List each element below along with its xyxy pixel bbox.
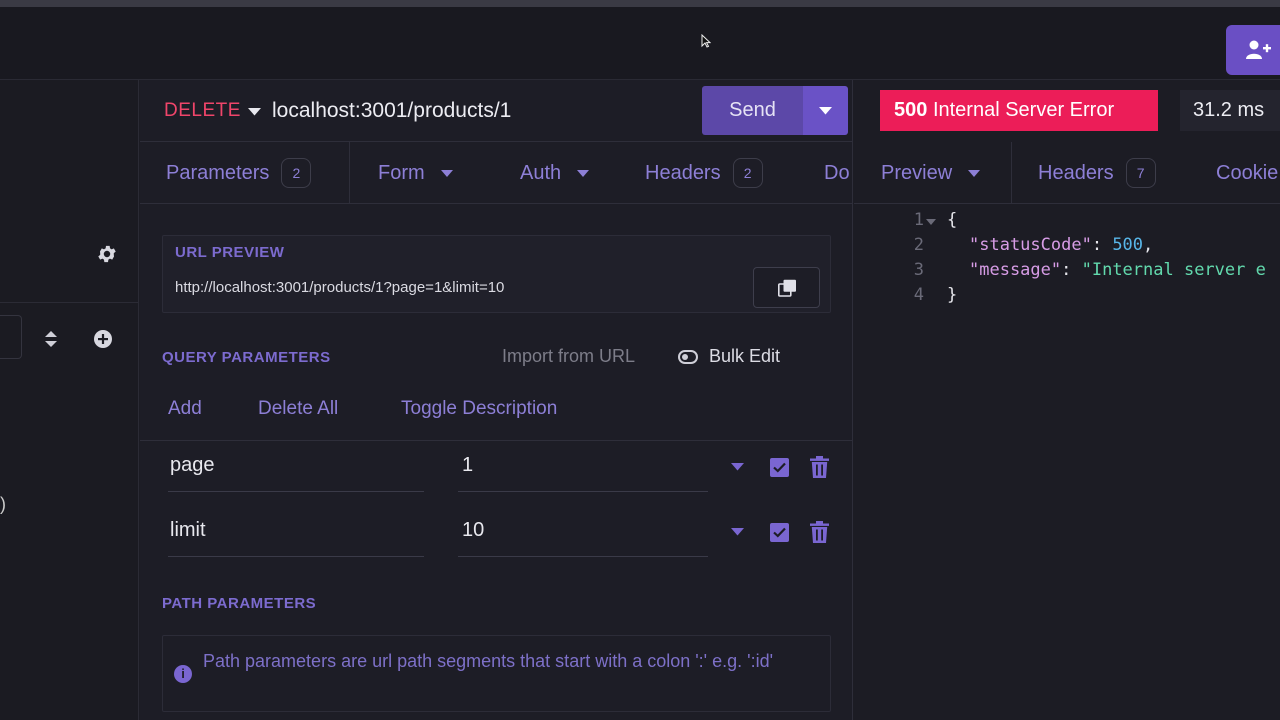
tab-auth[interactable]: Auth [520, 142, 590, 203]
delete-all-button[interactable]: Delete All [258, 398, 338, 420]
tab-form[interactable]: Form [378, 142, 453, 203]
code-text: "statusCode": 500, [969, 235, 1154, 255]
chevron-down-icon[interactable] [731, 528, 744, 536]
response-tabs: Preview Headers 7 Cookie [854, 142, 1280, 204]
status-badge: 500 Internal Server Error [880, 90, 1158, 131]
param-value-input[interactable]: 10 [458, 505, 708, 557]
truncated-paren: ) [0, 494, 6, 514]
param-enabled-checkbox[interactable] [770, 458, 789, 477]
bulk-edit-label[interactable]: Bulk Edit [709, 346, 780, 367]
line-number: 1 [913, 210, 924, 230]
gear-icon[interactable] [96, 243, 118, 265]
code-text: } [947, 285, 958, 305]
param-row: page 1 [140, 440, 853, 496]
code-text: "message": "Internal server e [969, 260, 1266, 280]
sidebar: ) [0, 80, 139, 720]
chevron-down-icon [577, 169, 590, 177]
count-badge: 2 [732, 158, 763, 188]
send-options-button[interactable] [803, 86, 848, 135]
json-string: "Internal server e [1081, 260, 1266, 280]
tab-response-headers[interactable]: Headers 7 [1038, 142, 1156, 203]
param-name-input[interactable]: page [168, 440, 424, 492]
line-number: 3 [913, 260, 924, 280]
bulk-edit-toggle[interactable] [678, 350, 698, 364]
param-value-input[interactable]: 1 [458, 440, 708, 492]
path-parameters-heading: PATH PARAMETERS [162, 595, 317, 612]
path-params-info-text: Path parameters are url path segments th… [203, 651, 774, 671]
response-time: 31.2 ms [1180, 90, 1280, 131]
query-parameters-heading: QUERY PARAMETERS [162, 349, 331, 366]
tab-label: Cookie [1216, 161, 1279, 184]
add-param-button[interactable]: Add [168, 398, 202, 420]
request-pane: DELETE localhost:3001/products/1 Send Pa… [140, 80, 853, 720]
url-preview-box: URL PREVIEW http://localhost:3001/produc… [162, 235, 831, 313]
title-bar [0, 7, 1280, 80]
path-params-info: i Path parameters are url path segments … [162, 635, 831, 712]
method-selector[interactable]: DELETE [164, 100, 241, 122]
copy-url-button[interactable] [753, 267, 820, 308]
tab-headers[interactable]: Headers 2 [645, 142, 763, 203]
fold-caret-icon[interactable] [926, 219, 936, 225]
line-number: 2 [913, 235, 924, 255]
tab-label: Auth [520, 161, 562, 184]
mouse-cursor-icon [701, 34, 711, 48]
info-icon: i [174, 665, 192, 683]
param-name-input[interactable]: limit [168, 505, 424, 557]
json-number: 500 [1112, 235, 1144, 255]
request-tabs: Parameters 2 Form Auth Headers 2 Do [140, 142, 853, 204]
status-text: Internal Server Error [932, 99, 1115, 121]
chevron-down-icon[interactable] [731, 463, 744, 471]
chevron-down-icon[interactable] [248, 108, 261, 116]
chevron-down-icon [819, 107, 832, 115]
trash-icon[interactable] [810, 456, 829, 478]
tab-parameters[interactable]: Parameters 2 [140, 142, 350, 203]
copy-icon [778, 279, 796, 297]
tab-label: Headers [1038, 161, 1114, 184]
response-pane: 500 Internal Server Error 31.2 ms Previe… [854, 80, 1280, 720]
tab-separator [1011, 142, 1012, 203]
trash-icon[interactable] [810, 521, 829, 543]
url-input[interactable]: localhost:3001/products/1 [272, 99, 511, 123]
add-user-icon [1246, 40, 1271, 59]
toggle-description-button[interactable]: Toggle Description [401, 398, 557, 420]
check-icon [773, 527, 786, 538]
chevron-down-icon [968, 169, 981, 177]
invite-user-button[interactable] [1226, 25, 1280, 75]
tab-label: Do [824, 161, 850, 184]
tab-preview[interactable]: Preview [881, 142, 981, 203]
window-top-strip [0, 0, 1280, 7]
import-from-url-button[interactable]: Import from URL [502, 346, 635, 367]
tab-label: Form [378, 161, 425, 184]
sidebar-divider [0, 302, 139, 303]
sort-icon[interactable] [44, 330, 58, 348]
url-preview-label: URL PREVIEW [175, 244, 285, 261]
tab-label: Preview [881, 161, 953, 184]
add-circle-icon[interactable] [93, 329, 113, 349]
param-row: limit 10 [140, 505, 853, 561]
line-number: 4 [913, 285, 924, 305]
chevron-down-icon [440, 169, 453, 177]
filter-input[interactable] [0, 315, 22, 359]
count-badge: 2 [281, 158, 312, 188]
tab-docs[interactable]: Do [824, 142, 850, 203]
tab-label: Parameters [166, 161, 270, 184]
status-code: 500 [894, 99, 928, 121]
code-text: { [947, 210, 958, 230]
tab-label: Headers [645, 161, 721, 184]
tab-cookies[interactable]: Cookie [1216, 142, 1279, 203]
check-icon [773, 462, 786, 473]
json-key: "message" [969, 260, 1062, 280]
send-button[interactable]: Send [702, 86, 803, 135]
param-enabled-checkbox[interactable] [770, 523, 789, 542]
count-badge: 7 [1125, 158, 1156, 188]
url-preview-value: http://localhost:3001/products/1?page=1&… [175, 279, 505, 296]
json-key: "statusCode" [969, 235, 1092, 255]
url-bar: DELETE localhost:3001/products/1 Send [140, 80, 853, 142]
